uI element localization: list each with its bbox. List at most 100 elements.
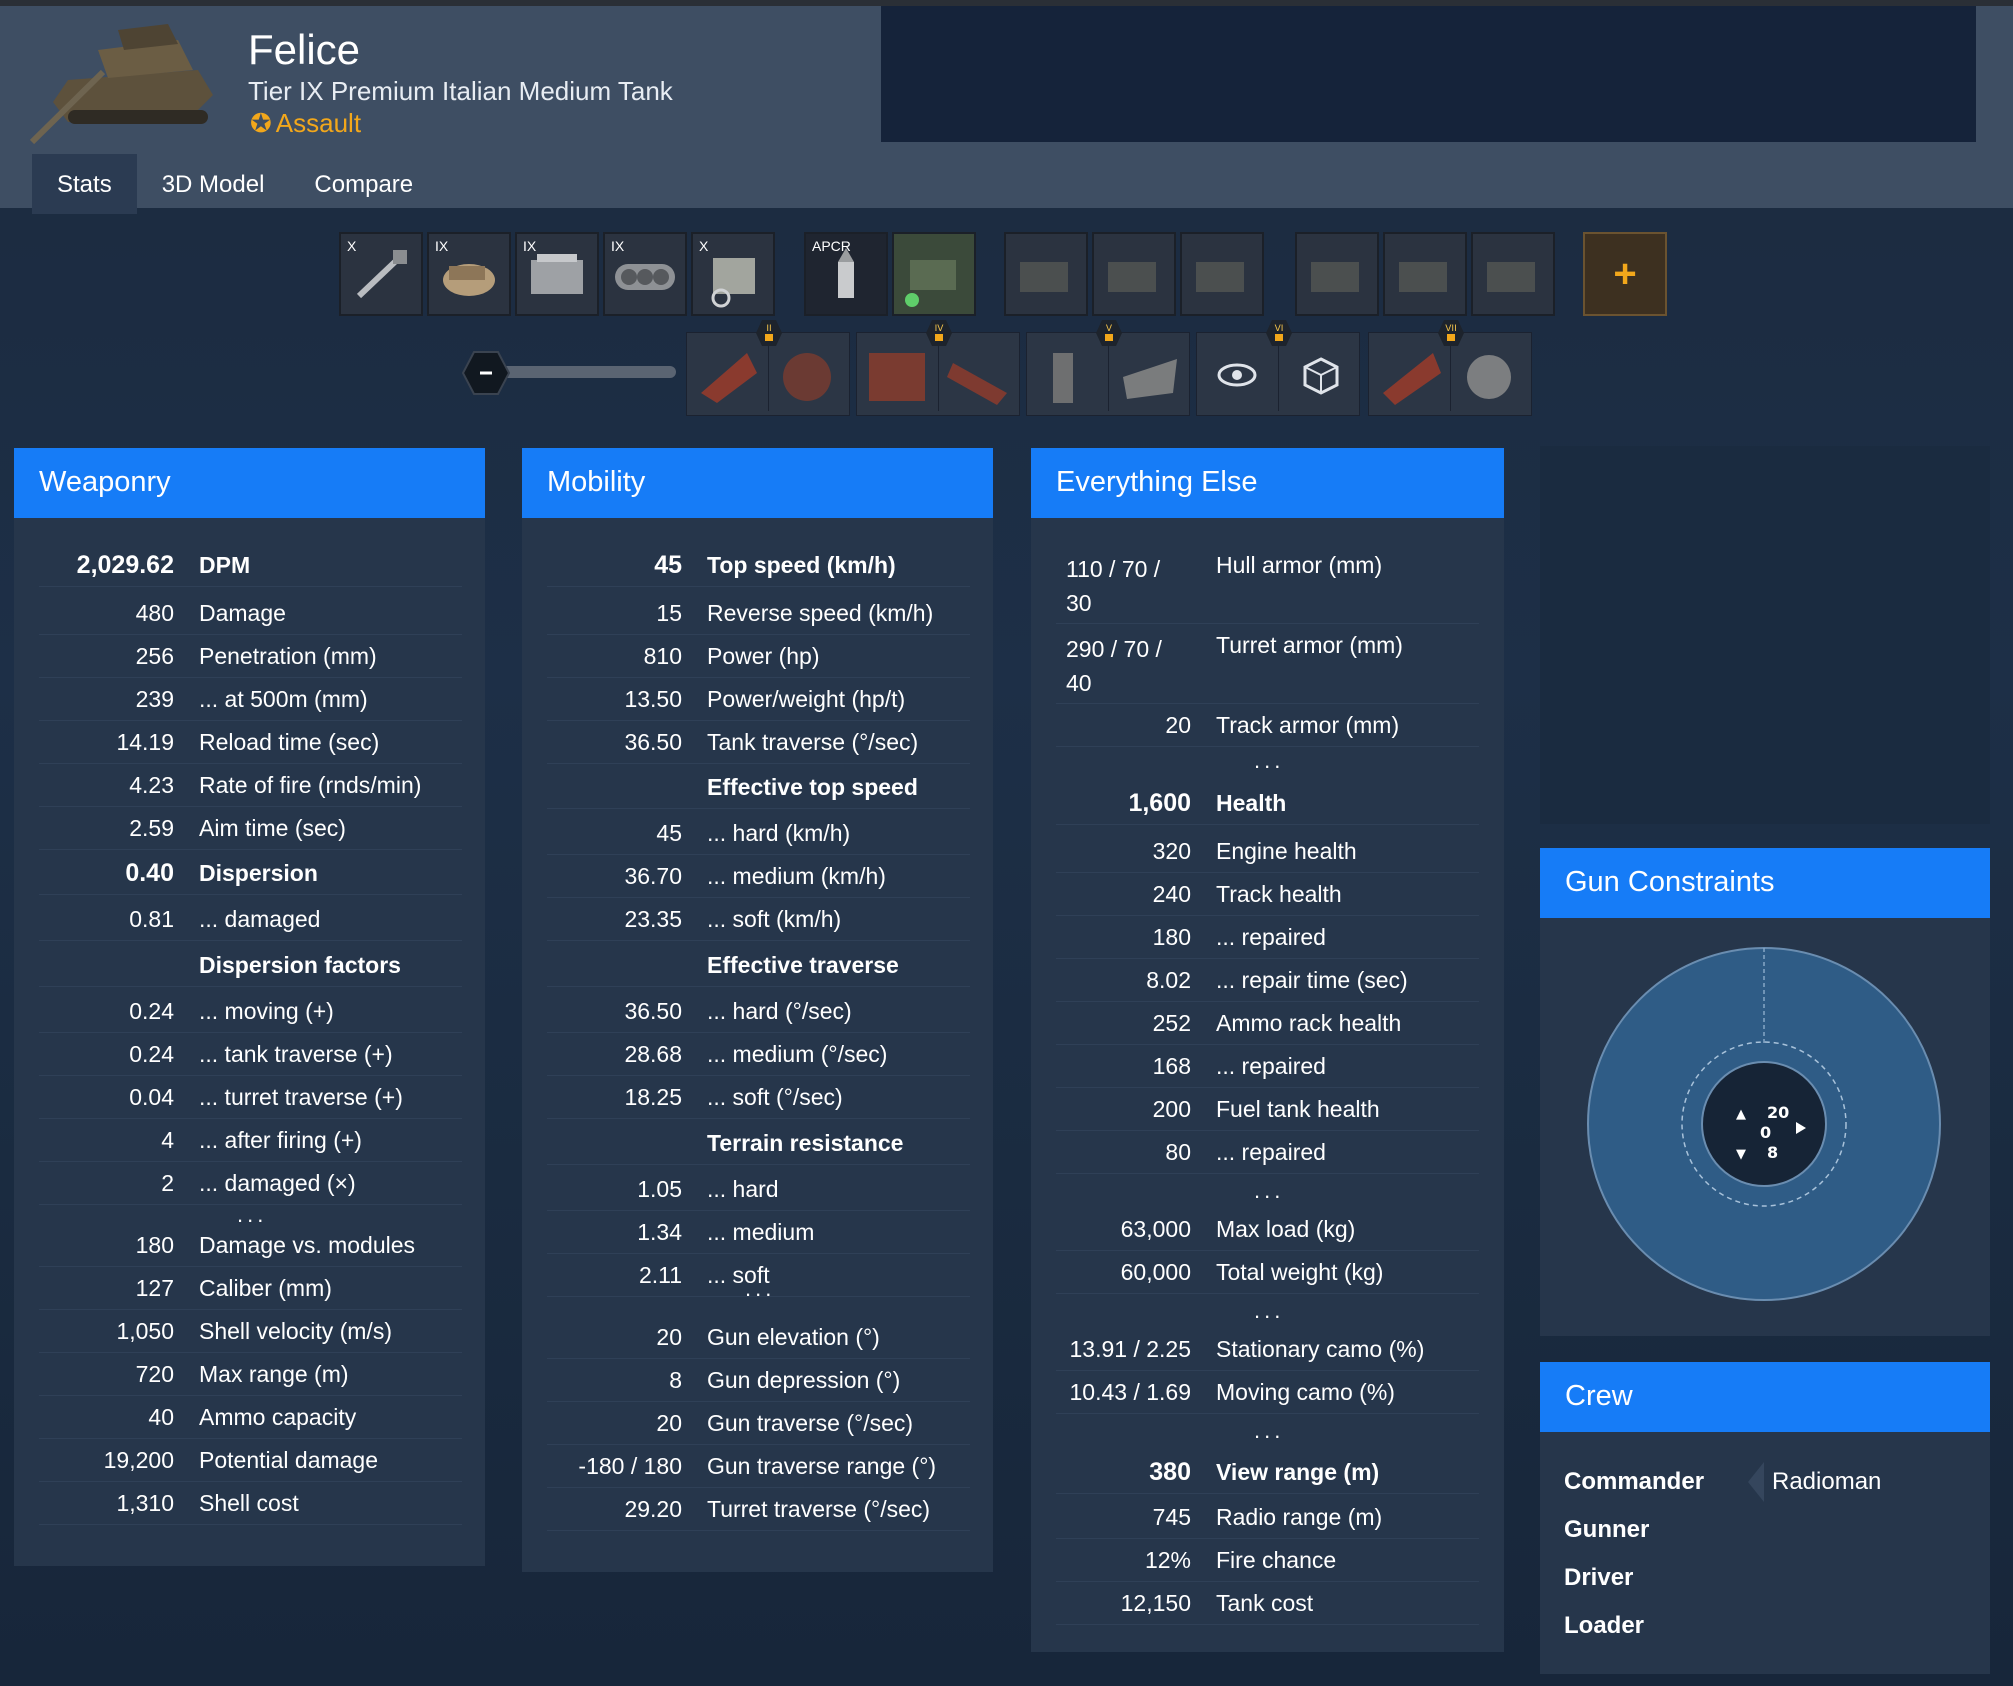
module-engine[interactable]: IX (515, 232, 599, 316)
stat-row: 40 Ammo capacity (39, 1396, 462, 1439)
tab-stats[interactable]: Stats (32, 154, 137, 214)
slider-knob[interactable] (462, 350, 510, 396)
stat-row: 18.25 ... soft (°/sec) (547, 1076, 970, 1119)
skill-group[interactable]: V (1026, 320, 1190, 416)
svg-text:V: V (1106, 324, 1113, 334)
stat-label: Engine health (1216, 837, 1357, 864)
stat-value: 28.68 (624, 1040, 682, 1067)
consumable-slot[interactable] (1295, 232, 1379, 316)
crew-gunner[interactable]: Gunner (1564, 1516, 1649, 1544)
empty-panel (1540, 446, 1990, 824)
stat-value: 20 (656, 1323, 682, 1350)
stat-label: Fire chance (1216, 1546, 1337, 1573)
stat-label: Turret armor (mm) (1216, 632, 1403, 658)
stat-row: 29.20 Turret traverse (°/sec) (547, 1488, 970, 1531)
skill-group[interactable]: VII (1368, 320, 1532, 416)
level-slider[interactable] (462, 350, 676, 396)
equipment-slot[interactable] (1004, 232, 1088, 316)
stat-label: ... repaired (1216, 1138, 1326, 1165)
stat-label: Gun traverse (°/sec) (707, 1409, 914, 1436)
module-gun[interactable]: X (339, 232, 423, 316)
stat-label: ... damaged (199, 905, 321, 932)
skill-group[interactable]: IV (856, 320, 1020, 416)
stat-row: 8.02 ... repair time (sec) (1056, 959, 1479, 1002)
slider-track (492, 366, 676, 378)
stat-row: 1,310 Shell cost (39, 1482, 462, 1525)
module-suspension[interactable]: IX (603, 232, 687, 316)
stat-row: Terrain resistance (547, 1122, 970, 1165)
stat-row: 14.19 Reload time (sec) (39, 721, 462, 764)
stat-value: 36.70 (624, 862, 682, 889)
stat-value: 1.05 (637, 1175, 682, 1202)
stat-row: 240 Track health (1056, 873, 1479, 916)
stat-value: 15 (656, 599, 682, 626)
svg-text:IV: IV (935, 324, 945, 334)
crew-driver[interactable]: Driver (1564, 1564, 1633, 1592)
stat-label: Tank cost (1216, 1589, 1314, 1616)
gun-constraints-header: Gun Constraints (1540, 848, 1990, 918)
stat-value: 80 (1165, 1138, 1191, 1165)
elevation-value: 20 (1767, 1103, 1789, 1122)
equipment-slot[interactable] (1180, 232, 1264, 316)
consumable-slot[interactable] (1471, 232, 1555, 316)
stat-row: 13.91 / 2.25 Stationary camo (%) (1056, 1328, 1479, 1371)
stat-label: Caliber (mm) (199, 1274, 332, 1301)
stat-row: 1,050 Shell velocity (m/s) (39, 1310, 462, 1353)
stat-value: 0.24 (129, 997, 174, 1024)
stat-label: ... turret traverse (+) (199, 1083, 403, 1110)
stat-row: 20 Track armor (mm) (1056, 704, 1479, 747)
equipment-slot[interactable] (1092, 232, 1176, 316)
add-slot-button[interactable]: + (1583, 232, 1667, 316)
crew-loader[interactable]: Loader (1564, 1612, 1644, 1640)
everything-else-card: Everything Else 110 / 70 /30 Hull armor (… (1031, 448, 1504, 1652)
tab-compare[interactable]: Compare (289, 154, 438, 214)
stat-value: 200 (1152, 1095, 1191, 1122)
stat-label: Damage vs. modules (199, 1231, 416, 1258)
depression-value: 8 (1767, 1143, 1778, 1162)
stat-value: 2.59 (129, 814, 174, 841)
crew-radioman[interactable]: Radioman (1748, 1462, 1881, 1502)
module-turret[interactable]: IX (427, 232, 511, 316)
stat-row: 36.70 ... medium (km/h) (547, 855, 970, 898)
stat-row: 110 / 70 /30 Hull armor (mm) (1056, 544, 1479, 624)
shell-slot[interactable]: APCR (804, 232, 888, 316)
crew-commander[interactable]: Commander (1564, 1468, 1704, 1496)
stat-row: Effective top speed (547, 766, 970, 809)
stat-value: 240 (1152, 880, 1191, 907)
skill-group[interactable]: II (686, 320, 850, 416)
everything-else-header: Everything Else (1031, 448, 1504, 518)
lock-badge-icon: IV (926, 320, 952, 346)
stat-row: 63,000 Max load (kg) (1056, 1208, 1479, 1251)
stat-label: ... repaired (1216, 1052, 1326, 1079)
tank-role: ✪ Assault (250, 108, 361, 139)
crate-icon (905, 260, 956, 307)
stat-row: 36.50 Tank traverse (°/sec) (547, 721, 970, 764)
stat-value: 12% (1144, 1546, 1191, 1573)
skill-group[interactable]: VI (1196, 320, 1360, 416)
stat-value: -180 / 180 (578, 1452, 682, 1479)
tab-3d-model[interactable]: 3D Model (137, 154, 290, 214)
module-radio[interactable]: X (691, 232, 775, 316)
stat-value: 12,150 (1120, 1589, 1191, 1616)
consumable-slot[interactable] (892, 232, 976, 316)
weaponry-card: Weaponry 2,029.62 DPM 480 Damage 256 Penetrat… (14, 448, 485, 1566)
crate-icon (1196, 262, 1244, 292)
stat-row: Dispersion factors (39, 944, 462, 987)
stat-value: 127 (135, 1274, 174, 1301)
stat-label: View range (m) (1216, 1458, 1380, 1485)
tank-name: Felice (248, 26, 361, 73)
stat-label: Fuel tank health (1216, 1095, 1380, 1122)
stat-row: 20 Gun traverse (°/sec) (547, 1402, 970, 1445)
svg-text:▲: ▲ (1736, 1107, 1746, 1122)
stat-label: ... damaged (×) (199, 1169, 356, 1196)
stat-value: 1,050 (116, 1317, 174, 1344)
stat-label: ... moving (+) (199, 997, 334, 1024)
weaponry-title: Weaponry (39, 466, 171, 498)
crew-card: Crew Commander Radioman Gunner Driver Lo… (1540, 1362, 1990, 1674)
stat-label: Power (hp) (707, 642, 820, 669)
consumable-slot[interactable] (1383, 232, 1467, 316)
stat-label: Reverse speed (km/h) (707, 599, 934, 626)
gun-constraints-diagram: ▲ 20 0 ▼ 8 (1587, 947, 1941, 1301)
stat-row: 4.23 Rate of fire (rnds/min) (39, 764, 462, 807)
role-icon: ✪ (250, 108, 272, 138)
